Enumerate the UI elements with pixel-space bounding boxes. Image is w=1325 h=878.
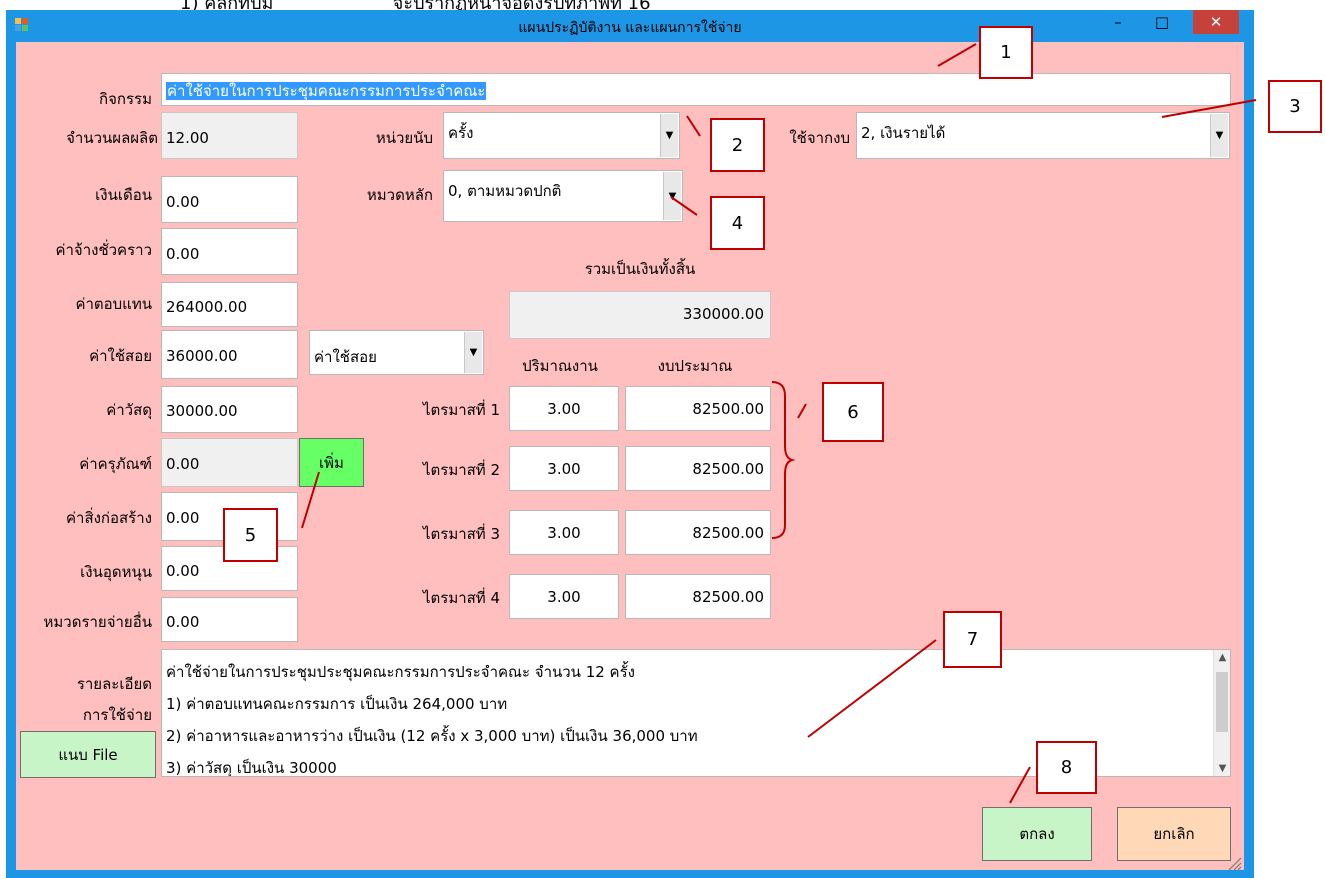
details-label-2: การใช้จ่าย bbox=[82, 706, 152, 724]
callout-5: 5 bbox=[223, 508, 278, 562]
minimize-button[interactable]: – bbox=[1098, 11, 1138, 35]
details-line: ค่าใช้จ่ายในการประชุมประชุมคณะกรรมการประ… bbox=[166, 663, 635, 681]
budget-source-dropdown[interactable]: 2, เงินรายได้ ▼ bbox=[856, 112, 1230, 159]
quarter-2-quantity[interactable]: 3.00 bbox=[509, 446, 619, 491]
materials-label: ค่าวัสดุ bbox=[106, 401, 152, 419]
details-label: รายละเอียด bbox=[76, 675, 152, 693]
close-button[interactable]: ✕ bbox=[1193, 10, 1239, 34]
cancel-button[interactable]: ยกเลิก bbox=[1117, 807, 1231, 861]
ok-button[interactable]: ตกลง bbox=[982, 807, 1092, 861]
quarter-3-budget[interactable]: 82500.00 bbox=[625, 510, 771, 555]
other-label: หมวดรายจ่ายอื่น bbox=[43, 613, 152, 631]
quarter-1-label: ไตรมาสที่ 1 bbox=[422, 401, 500, 419]
quarter-2-budget[interactable]: 82500.00 bbox=[625, 446, 771, 491]
chevron-down-icon[interactable]: ▼ bbox=[663, 172, 681, 220]
quarter-3-label: ไตรมาสที่ 3 bbox=[422, 525, 500, 543]
expense-type-value: ค่าใช้สอย bbox=[314, 348, 377, 366]
window-title: แผนประฏิบัติงาน และแผนการใช้จ่าย bbox=[518, 20, 742, 36]
other-field[interactable]: 0.00 bbox=[161, 597, 298, 642]
chevron-down-icon[interactable]: ▼ bbox=[660, 114, 678, 157]
scroll-down-icon[interactable]: ▼ bbox=[1214, 763, 1230, 774]
activity-label: กิจกรรม bbox=[99, 90, 152, 108]
category-dropdown[interactable]: 0, ตามหมวดปกติ ▼ bbox=[443, 170, 683, 222]
output-field[interactable]: 12.00 bbox=[161, 112, 298, 159]
quarter-4-label: ไตรมาสที่ 4 bbox=[422, 589, 500, 607]
materials-field[interactable]: 30000.00 bbox=[161, 386, 298, 433]
equipment-field[interactable]: 0.00 bbox=[161, 438, 298, 487]
quarter-1-quantity[interactable]: 3.00 bbox=[509, 386, 619, 431]
scroll-thumb[interactable] bbox=[1216, 672, 1228, 732]
total-field[interactable]: 330000.00 bbox=[509, 291, 771, 339]
category-label: หมวดหลัก bbox=[366, 186, 433, 204]
temp-wage-field[interactable]: 0.00 bbox=[161, 228, 298, 275]
quantity-header: ปริมาณงาน bbox=[522, 357, 598, 375]
construction-label: ค่าสิ่งก่อสร้าง bbox=[66, 509, 152, 527]
details-line: 3) ค่าวัสดุ เป็นเงิน 30000 bbox=[166, 759, 337, 777]
compensation-field[interactable]: 264000.00 bbox=[161, 282, 298, 327]
expenses-field[interactable]: 36000.00 bbox=[161, 330, 298, 379]
callout-2: 2 bbox=[710, 118, 765, 172]
activity-field[interactable]: ค่าใช้จ่ายในการประชุมคณะกรรมการประจำคณะ bbox=[161, 73, 1231, 106]
unit-label: หน่วยนับ bbox=[375, 129, 433, 147]
chevron-down-icon[interactable]: ▼ bbox=[464, 332, 482, 373]
scroll-up-icon[interactable]: ▲ bbox=[1214, 652, 1230, 663]
quarter-4-budget[interactable]: 82500.00 bbox=[625, 574, 771, 619]
temp-wage-label: ค่าจ้างชั่วคราว bbox=[55, 241, 152, 259]
category-value: 0, ตามหมวดปกติ bbox=[448, 182, 562, 200]
details-line: 1) ค่าตอบแทนคณะกรรมการ เป็นเงิน 264,000 … bbox=[166, 695, 508, 713]
equipment-label: ค่าครุภัณฑ์ bbox=[79, 455, 152, 473]
attach-file-button[interactable]: แนบ File bbox=[20, 731, 156, 778]
quarter-4-quantity[interactable]: 3.00 bbox=[509, 574, 619, 619]
expense-type-dropdown[interactable]: ค่าใช้สอย ▼ bbox=[309, 330, 484, 375]
salary-label: เงินเดือน bbox=[95, 186, 152, 204]
callout-6: 6 bbox=[822, 382, 884, 442]
quarter-3-quantity[interactable]: 3.00 bbox=[509, 510, 619, 555]
activity-value: ค่าใช้จ่ายในการประชุมคณะกรรมการประจำคณะ bbox=[166, 82, 487, 100]
budget-header: งบประมาณ bbox=[657, 357, 733, 375]
subsidy-label: เงินอุดหนุน bbox=[80, 563, 152, 581]
callout-4: 4 bbox=[710, 196, 765, 250]
unit-value: ครั้ง bbox=[448, 124, 474, 142]
add-equipment-button[interactable]: เพิ่ม bbox=[299, 438, 364, 487]
chevron-down-icon[interactable]: ▼ bbox=[1210, 114, 1228, 157]
budget-source-value: 2, เงินรายได้ bbox=[861, 124, 946, 142]
unit-dropdown[interactable]: ครั้ง ▼ bbox=[443, 112, 680, 159]
salary-field[interactable]: 0.00 bbox=[161, 176, 298, 223]
resize-grip-icon[interactable] bbox=[1226, 855, 1242, 871]
callout-3: 3 bbox=[1268, 80, 1322, 133]
quarter-2-label: ไตรมาสที่ 2 bbox=[422, 461, 500, 479]
callout-1: 1 bbox=[979, 26, 1033, 79]
output-label: จำนวนผลผลิต bbox=[66, 129, 158, 147]
expenses-label: ค่าใช้สอย bbox=[89, 347, 152, 365]
compensation-label: ค่าตอบแทน bbox=[75, 295, 152, 313]
maximize-button[interactable]: □ bbox=[1142, 11, 1182, 35]
callout-8: 8 bbox=[1036, 741, 1097, 794]
quarter-1-budget[interactable]: 82500.00 bbox=[625, 386, 771, 431]
details-line: 2) ค่าอาหารและอาหารว่าง เป็นเงิน (12 ครั… bbox=[166, 727, 698, 745]
details-scrollbar[interactable]: ▲ ▼ bbox=[1213, 650, 1230, 776]
total-label: รวมเป็นเงินทั้งสิ้น bbox=[584, 260, 696, 278]
callout-7: 7 bbox=[943, 611, 1002, 668]
budget-source-label: ใช้จากงบ bbox=[789, 129, 850, 147]
